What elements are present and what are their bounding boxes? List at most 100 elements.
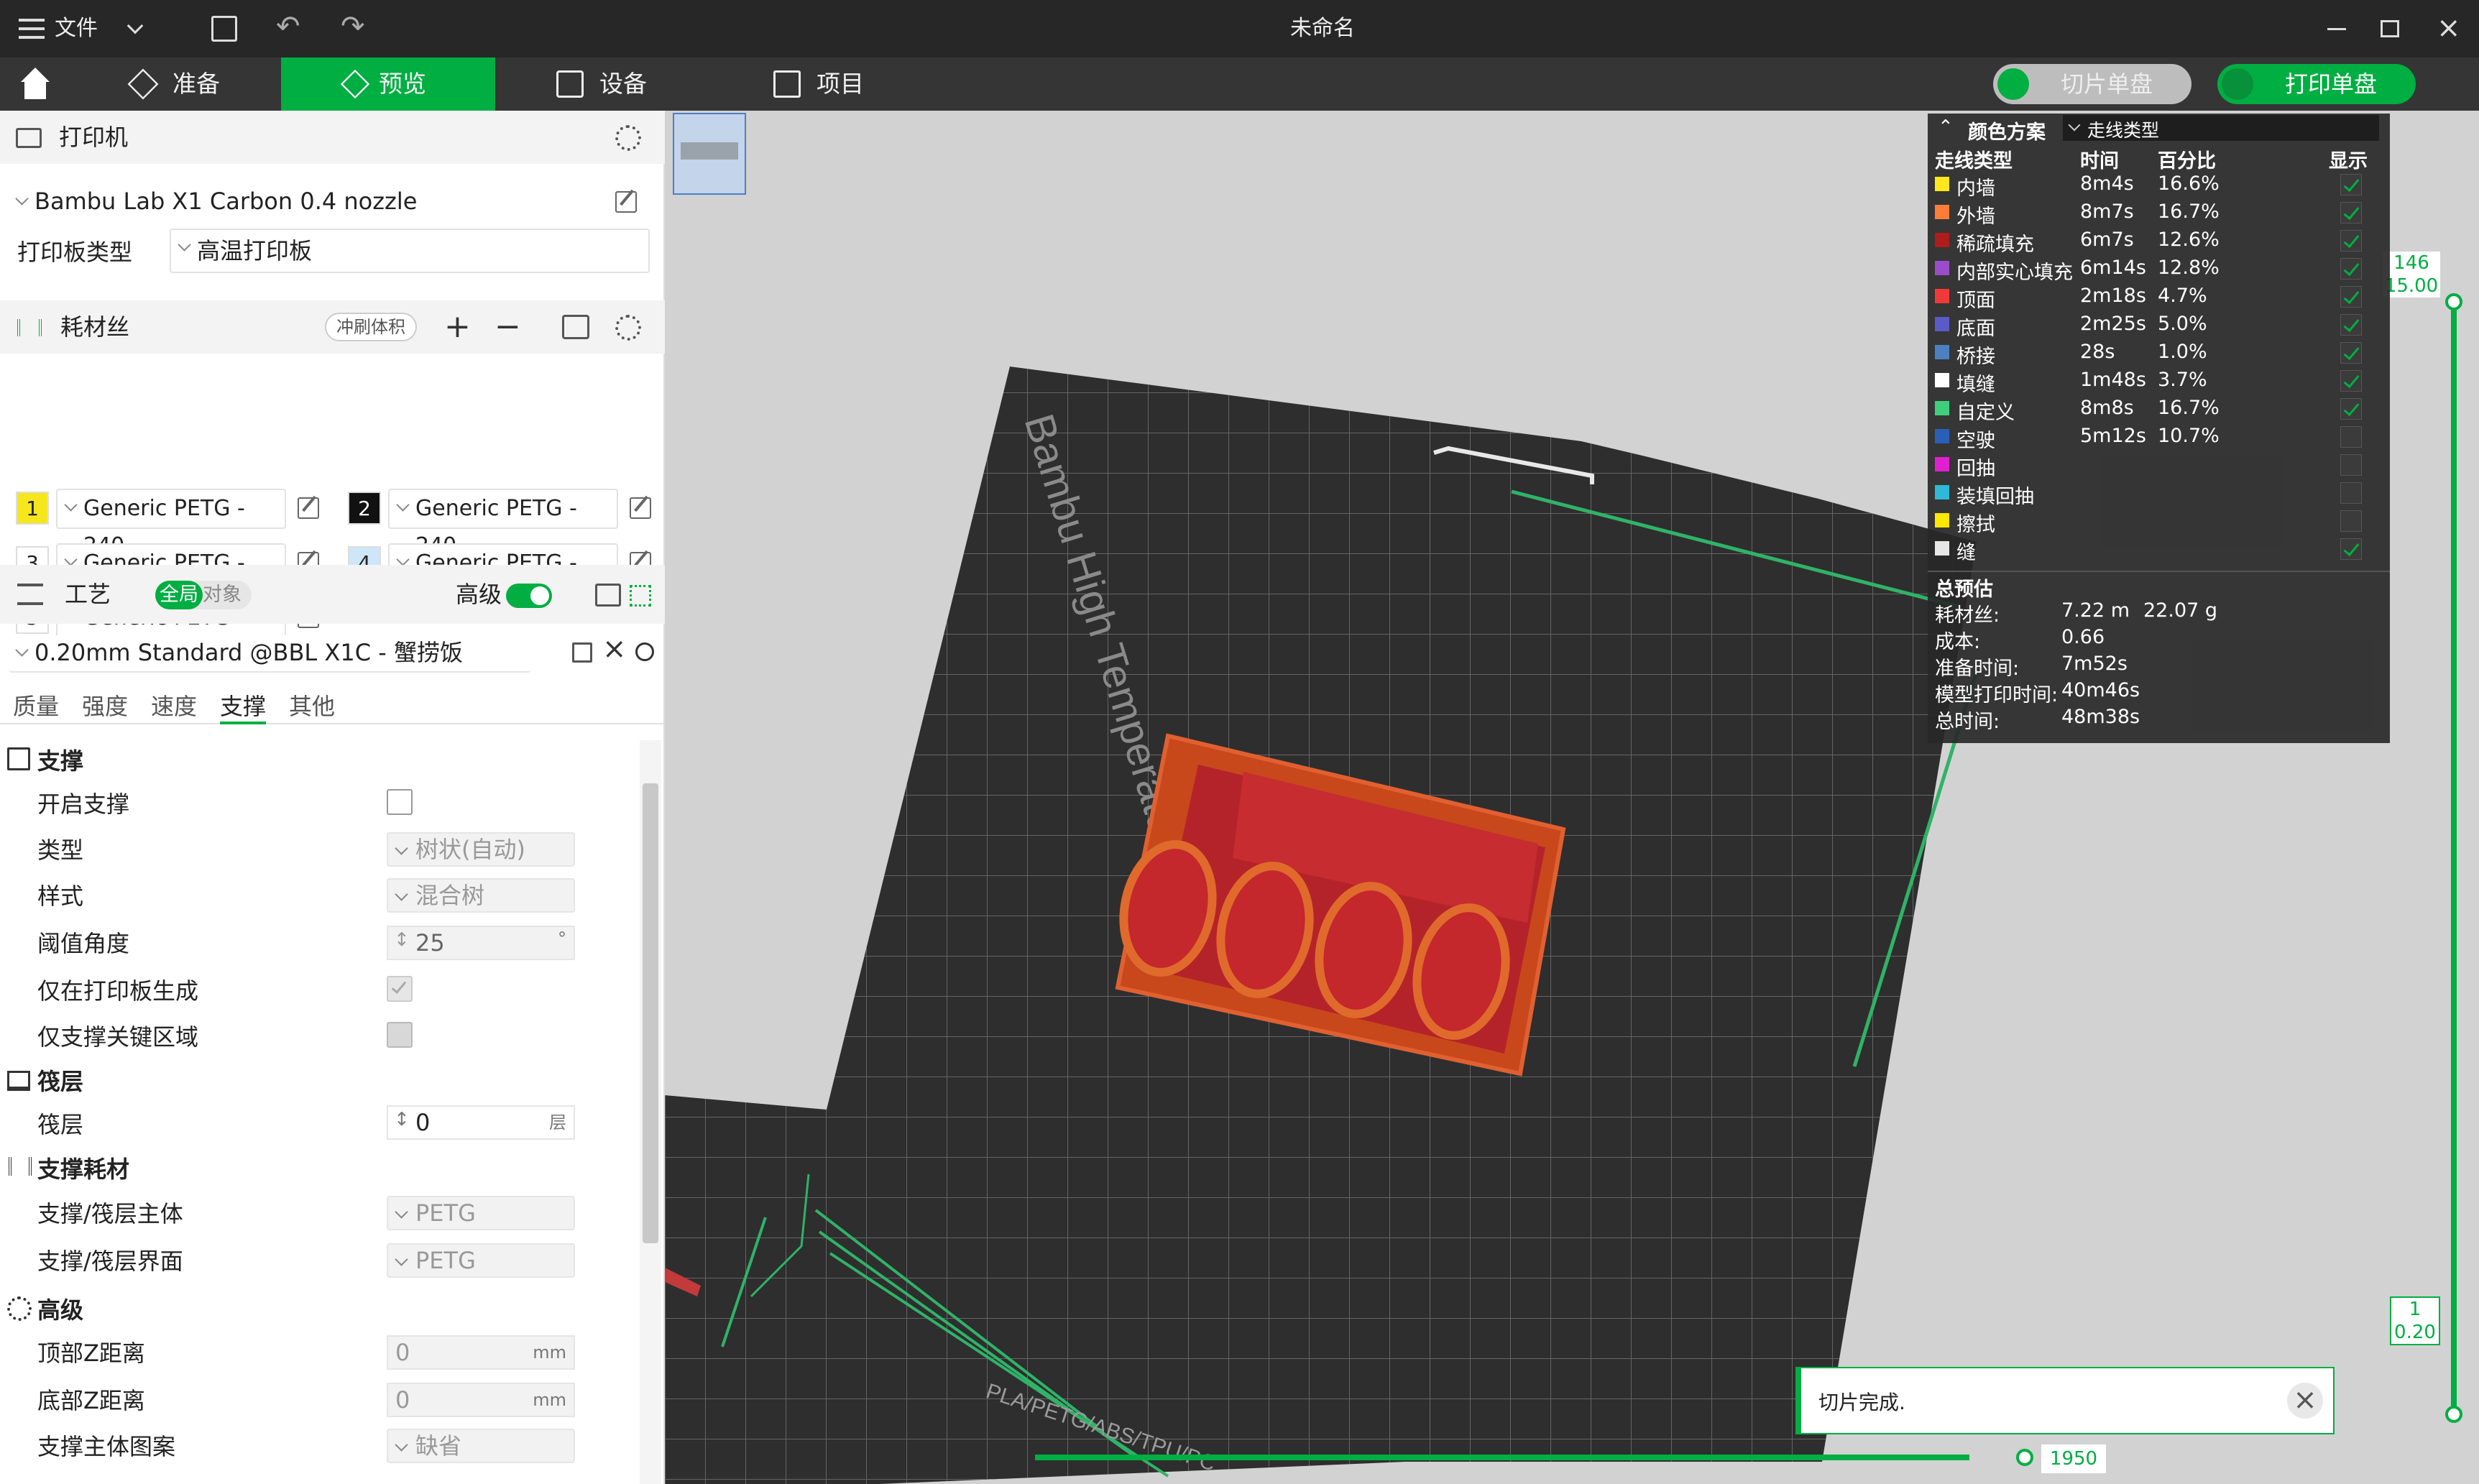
legend-visibility-checkbox[interactable]	[2340, 258, 2362, 280]
support-type-select[interactable]: 树状(自动)	[387, 832, 575, 867]
support-interface-select[interactable]: PETG	[387, 1243, 575, 1278]
legend-visibility-checkbox[interactable]	[2340, 398, 2362, 420]
save-icon[interactable]	[211, 16, 237, 42]
legend-time: 2m25s	[2080, 313, 2146, 335]
legend-visibility-checkbox[interactable]	[2340, 426, 2362, 448]
subtab-strength[interactable]: 强度	[82, 688, 128, 722]
legend-header-type: 走线类型	[1935, 150, 2013, 172]
add-filament-icon[interactable]: +	[444, 300, 471, 354]
edit-printer-icon[interactable]	[615, 191, 637, 213]
critical-only-checkbox[interactable]	[387, 1022, 413, 1048]
compare-icon[interactable]	[630, 585, 651, 607]
tab-project[interactable]: 项目	[759, 57, 924, 111]
move-slider-track[interactable]	[1035, 1455, 1969, 1460]
layer-slider-bottom-handle[interactable]	[2445, 1406, 2462, 1423]
raft-layers-input[interactable]: ↕ 0 层	[387, 1105, 575, 1140]
legend-type: 空驶	[1956, 430, 1995, 452]
edit-filament-icon[interactable]	[298, 497, 319, 519]
top-z-distance-input[interactable]: 0 mm	[387, 1335, 575, 1370]
advanced-toggle[interactable]	[506, 584, 552, 608]
home-icon[interactable]	[17, 68, 53, 101]
slice-button[interactable]: 切片单盘	[1993, 64, 2191, 104]
layer-slider-top-handle[interactable]	[2445, 293, 2462, 310]
support-style-select[interactable]: 混合树	[387, 878, 575, 913]
collapse-legend-icon[interactable]: ⌃	[1938, 116, 1954, 138]
support-base-select[interactable]: PETG	[387, 1196, 575, 1230]
redo-icon[interactable]: ↷	[341, 10, 365, 43]
color-scheme-select[interactable]: 走线类型	[2063, 115, 2379, 141]
list-view-icon[interactable]	[595, 584, 621, 607]
filament-slot-badge[interactable]: 2	[348, 492, 381, 525]
window-title: 未命名	[1290, 16, 1355, 41]
top-z-distance-label: 顶部Z距离	[37, 1340, 145, 1367]
global-object-toggle[interactable]: 全局 对象	[155, 581, 252, 609]
close-notice-icon[interactable]: ×	[2287, 1383, 2323, 1419]
subtab-quality[interactable]: 质量	[13, 688, 59, 722]
stepper-icon[interactable]: ↕	[394, 924, 410, 956]
hamburger-icon[interactable]	[19, 19, 45, 39]
support-pattern-select[interactable]: 缺省	[387, 1429, 575, 1463]
plate-type-select[interactable]: 高温打印板	[170, 229, 650, 273]
printer-select[interactable]: Bambu Lab X1 Carbon 0.4 nozzle	[9, 184, 611, 221]
file-menu[interactable]: 文件	[55, 0, 98, 57]
undo-icon[interactable]: ↶	[276, 10, 300, 43]
tab-device[interactable]: 设备	[542, 57, 707, 111]
flush-volume-button[interactable]: 冲刷体积	[325, 313, 417, 341]
process-profile-select[interactable]: 0.20mm Standard @BBL X1C - 蟹捞饭	[9, 635, 530, 673]
tab-preview[interactable]: 预览	[281, 57, 495, 111]
restore-icon[interactable]	[2381, 20, 2399, 37]
legend-visibility-checkbox[interactable]	[2340, 230, 2362, 252]
layer-slider-track[interactable]	[2451, 299, 2457, 1416]
remove-filament-icon[interactable]: −	[495, 300, 521, 354]
main-tab-bar: 准备 预览 设备 项目 切片单盘 打印单盘	[0, 57, 2479, 111]
tab-prepare[interactable]: 准备	[115, 57, 280, 111]
legend-visibility-checkbox[interactable]	[2340, 482, 2362, 504]
subtab-others[interactable]: 其他	[289, 688, 335, 722]
chevron-down-icon[interactable]	[127, 17, 144, 34]
legend-time: 8m7s	[2080, 201, 2134, 223]
tab-label: 预览	[379, 70, 426, 98]
object-option[interactable]: 对象	[203, 584, 242, 606]
legend-visibility-checkbox[interactable]	[2340, 342, 2362, 364]
minimize-icon[interactable]	[2327, 28, 2346, 30]
legend-swatch	[1935, 261, 1949, 275]
bottom-z-distance-label: 底部Z距离	[37, 1387, 145, 1414]
legend-type: 装填回抽	[1956, 486, 2034, 508]
settings-scrollbar[interactable]	[640, 740, 661, 1484]
stepper-icon[interactable]: ↕	[394, 1104, 410, 1135]
subtab-support[interactable]: 支撑	[220, 688, 267, 724]
move-slider-handle[interactable]	[2016, 1449, 2033, 1466]
search-icon[interactable]	[635, 642, 654, 661]
legend-visibility-checkbox[interactable]	[2340, 202, 2362, 223]
legend-visibility-checkbox[interactable]	[2340, 370, 2362, 392]
legend-visibility-checkbox[interactable]	[2340, 314, 2362, 336]
top-z-distance-value: 0	[395, 1339, 410, 1366]
legend-time: 6m14s	[2080, 257, 2146, 279]
on-plate-only-checkbox[interactable]	[387, 976, 413, 1002]
enable-support-checkbox[interactable]	[387, 789, 413, 815]
close-profile-icon[interactable]: ×	[602, 632, 627, 665]
save-profile-icon[interactable]	[572, 642, 592, 663]
threshold-angle-input[interactable]: ↕ 25 °	[387, 926, 575, 960]
legend-visibility-checkbox[interactable]	[2340, 454, 2362, 476]
color-scheme-label: 颜色方案	[1968, 121, 2046, 144]
legend-percent: 5.0%	[2158, 313, 2207, 335]
subtab-speed[interactable]: 速度	[151, 688, 197, 722]
filament-select[interactable]: Generic PETG - 240	[56, 489, 286, 558]
filament-select[interactable]: Generic PETG - 240	[388, 489, 618, 558]
legend-visibility-checkbox[interactable]	[2340, 286, 2362, 308]
legend-visibility-checkbox[interactable]	[2340, 538, 2362, 560]
edit-filament-icon[interactable]	[630, 497, 651, 519]
close-icon[interactable]: ×	[2437, 11, 2461, 45]
gear-icon[interactable]	[615, 125, 641, 151]
print-button[interactable]: 打印单盘	[2217, 64, 2416, 104]
enable-support-label: 开启支撑	[37, 791, 130, 818]
color-scheme-value: 走线类型	[2087, 120, 2160, 141]
sync-filament-icon[interactable]	[562, 315, 589, 339]
legend-visibility-checkbox[interactable]	[2340, 174, 2362, 195]
filament-slot-badge[interactable]: 1	[16, 492, 49, 525]
legend-visibility-checkbox[interactable]	[2340, 510, 2362, 532]
global-option[interactable]: 全局	[155, 581, 203, 609]
bottom-z-distance-input[interactable]: 0 mm	[387, 1383, 575, 1417]
filament-settings-icon[interactable]	[615, 315, 641, 341]
